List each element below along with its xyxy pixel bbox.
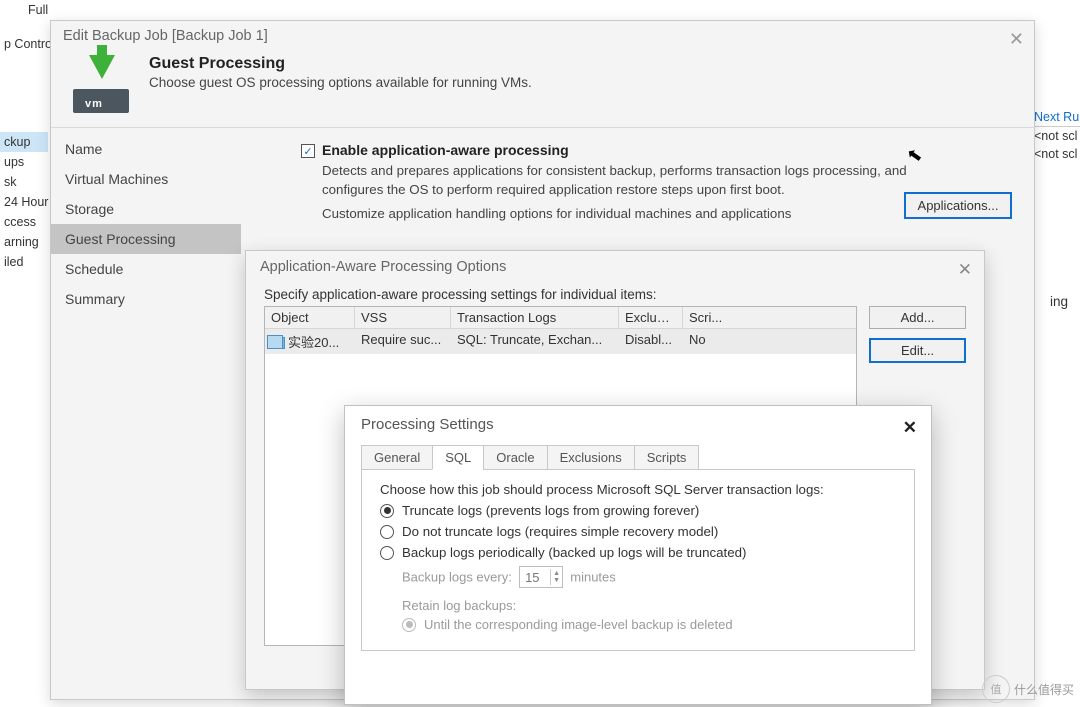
wiz-step-schedule[interactable]: Schedule	[51, 254, 241, 284]
retain-label: Retain log backups:	[402, 598, 896, 613]
header-desc: Choose guest OS processing options avail…	[149, 75, 532, 90]
close-button[interactable]: ✕	[1009, 29, 1024, 50]
processing-settings-dialog: Processing Settings ✕ General SQL Oracle…	[344, 405, 932, 705]
tabs: General SQL Oracle Exclusions Scripts	[361, 445, 915, 469]
radio-truncate[interactable]	[380, 504, 394, 518]
app-aware-desc: Detects and prepares applications for co…	[322, 161, 942, 200]
bg-item-4[interactable]: ccess	[0, 212, 48, 232]
header-title: Guest Processing	[149, 55, 532, 73]
dlg3-title: Processing Settings	[345, 406, 931, 445]
enable-app-aware-label: Enable application-aware processing	[322, 142, 569, 158]
tab-oracle[interactable]: Oracle	[483, 445, 547, 470]
vm-icon	[271, 337, 285, 349]
backup-every-unit: minutes	[570, 570, 616, 585]
col-next-run-header: Next Ru	[1030, 108, 1080, 127]
col-cell-0: <not scl	[1030, 127, 1080, 145]
col-object[interactable]: Object	[265, 307, 355, 328]
cell-scripts: No	[683, 329, 856, 354]
wizard-nav: Name Virtual Machines Storage Guest Proc…	[51, 128, 241, 676]
add-button[interactable]: Add...	[869, 306, 966, 329]
watermark: 值 什么值得买	[982, 675, 1074, 703]
wiz-step-vm[interactable]: Virtual Machines	[51, 164, 241, 194]
wiz-step-guest[interactable]: Guest Processing	[51, 224, 241, 254]
watermark-text: 什么值得买	[1014, 681, 1074, 698]
cell-vss: Require suc...	[355, 329, 451, 354]
wiz-step-summary[interactable]: Summary	[51, 284, 241, 314]
col-exclusions[interactable]: Exclusi...	[619, 307, 683, 328]
tab-exclusions[interactable]: Exclusions	[547, 445, 635, 470]
dlg2-title: Application-Aware Processing Options	[246, 251, 984, 283]
tab-panel-sql: Choose how this job should process Micro…	[361, 469, 915, 651]
tab-scripts[interactable]: Scripts	[634, 445, 700, 470]
radio-no-truncate-label: Do not truncate logs (requires simple re…	[402, 524, 718, 539]
radio-no-truncate[interactable]	[380, 525, 394, 539]
spec-label: Specify application-aware processing set…	[264, 287, 966, 302]
col-tlogs[interactable]: Transaction Logs	[451, 307, 619, 328]
radio-retain-until-backup	[402, 618, 416, 632]
bg-item-2[interactable]: sk	[0, 172, 48, 192]
bg-item-backup[interactable]: ckup	[0, 132, 48, 152]
tab-general[interactable]: General	[361, 445, 433, 470]
sql-intro: Choose how this job should process Micro…	[380, 482, 896, 497]
radio-retain-until-backup-label: Until the corresponding image-level back…	[424, 617, 733, 632]
cell-tlogs: SQL: Truncate, Exchan...	[451, 329, 619, 354]
dialog-title: Edit Backup Job [Backup Job 1]	[51, 21, 1034, 51]
backup-every-label: Backup logs every:	[402, 570, 512, 585]
col-cell-1: <not scl	[1030, 145, 1080, 163]
cell-object: 实验20...	[265, 329, 355, 354]
edit-button[interactable]: Edit...	[869, 338, 966, 363]
bg-ing: ing	[1050, 294, 1068, 309]
col-scripts[interactable]: Scri...	[683, 307, 856, 328]
col-vss[interactable]: VSS	[355, 307, 451, 328]
radio-truncate-label: Truncate logs (prevents logs from growin…	[402, 503, 699, 518]
bg-left-nav: Full p Control ckup ups sk 24 Hour ccess…	[0, 0, 48, 707]
watermark-icon: 值	[982, 675, 1010, 703]
tab-sql[interactable]: SQL	[432, 445, 484, 470]
bg-item-3[interactable]: 24 Hour	[0, 192, 48, 212]
bg-full: Full	[0, 0, 48, 20]
applications-button[interactable]: Applications...	[904, 192, 1012, 219]
bg-item-6[interactable]: iled	[0, 252, 48, 272]
grid-header: Object VSS Transaction Logs Exclusi... S…	[265, 307, 856, 329]
backup-every-spinner[interactable]: ▲▼	[519, 566, 563, 588]
radio-backup-periodic[interactable]	[380, 546, 394, 560]
dlg2-close-button[interactable]: ✕	[958, 260, 972, 280]
bg-right-col: Next Ru <not scl <not scl	[1030, 108, 1080, 163]
enable-app-aware-checkbox[interactable]	[301, 144, 315, 158]
wiz-step-name[interactable]: Name	[51, 134, 241, 164]
bg-control: p Control	[0, 34, 48, 54]
wiz-step-storage[interactable]: Storage	[51, 194, 241, 224]
dlg3-close-button[interactable]: ✕	[903, 418, 917, 438]
radio-backup-periodic-label: Backup logs periodically (backed up logs…	[402, 545, 746, 560]
bg-item-5[interactable]: arning	[0, 232, 48, 252]
grid-row[interactable]: 实验20... Require suc... SQL: Truncate, Ex…	[265, 329, 856, 354]
bg-item-1[interactable]: ups	[0, 152, 48, 172]
cell-excl: Disabl...	[619, 329, 683, 354]
dialog-header: vm Guest Processing Choose guest OS proc…	[51, 51, 1034, 128]
backup-every-input[interactable]	[520, 570, 550, 585]
spinner-arrows[interactable]: ▲▼	[550, 569, 562, 585]
guest-processing-icon: vm	[71, 55, 135, 113]
